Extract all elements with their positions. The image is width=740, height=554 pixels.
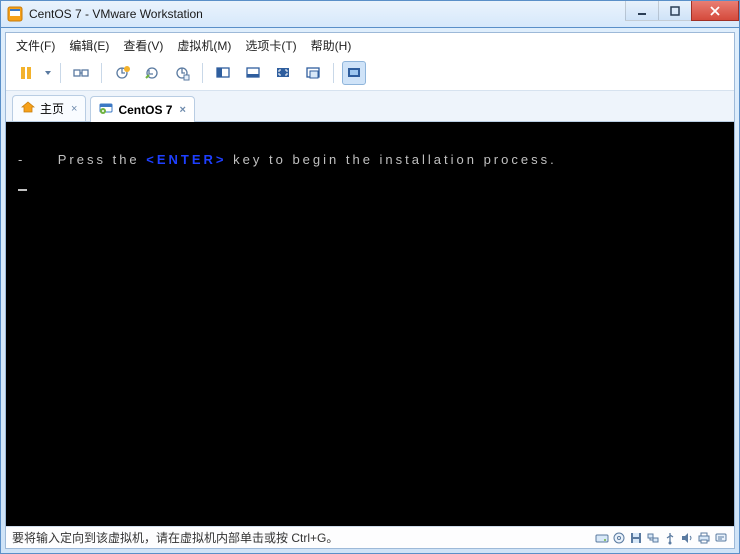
tab-vm-label: CentOS 7 (118, 103, 172, 117)
cursor-icon (18, 189, 27, 191)
printer-icon[interactable] (697, 531, 711, 545)
console-view-button[interactable] (342, 61, 366, 85)
tab-vm[interactable]: CentOS 7 × (90, 96, 194, 122)
status-message: 要将输入定向到该虚拟机，请在虚拟机内部单击或按 Ctrl+G。 (12, 529, 595, 546)
message-icon[interactable] (714, 531, 728, 545)
menu-edit[interactable]: 编辑(E) (69, 37, 109, 54)
device-tray (595, 531, 728, 545)
window-frame: 文件(F) 编辑(E) 查看(V) 虚拟机(M) 选项卡(T) 帮助(H) 主页… (0, 28, 740, 554)
menu-help[interactable]: 帮助(H) (311, 37, 352, 54)
toolbar (6, 58, 734, 91)
power-dropdown[interactable] (44, 69, 52, 77)
menubar: 文件(F) 编辑(E) 查看(V) 虚拟机(M) 选项卡(T) 帮助(H) (6, 33, 734, 58)
vm-console[interactable]: - Press the <ENTER> key to begin the ins… (6, 122, 734, 526)
minimize-button[interactable] (625, 1, 659, 21)
hdd-icon[interactable] (595, 531, 609, 545)
sound-icon[interactable] (680, 531, 694, 545)
tab-close-icon[interactable]: × (71, 103, 77, 115)
menu-file[interactable]: 文件(F) (16, 37, 55, 54)
tab-home-label: 主页 (40, 100, 64, 117)
maximize-button[interactable] (658, 1, 692, 21)
statusbar: 要将输入定向到该虚拟机，请在虚拟机内部单击或按 Ctrl+G。 (6, 526, 734, 548)
floppy-icon[interactable] (629, 531, 643, 545)
fit-window-button[interactable] (241, 61, 265, 85)
fullscreen-button[interactable] (271, 61, 295, 85)
term-dash: - (18, 152, 25, 167)
term-text-pre: Press the (58, 152, 147, 167)
term-enter-key: <ENTER> (146, 152, 226, 167)
menu-tabs[interactable]: 选项卡(T) (245, 37, 296, 54)
menu-vm[interactable]: 虚拟机(M) (177, 37, 231, 54)
snapshot-take-button[interactable] (110, 61, 134, 85)
usb-icon[interactable] (663, 531, 677, 545)
cd-icon[interactable] (612, 531, 626, 545)
app-icon (7, 6, 23, 22)
fit-guest-button[interactable] (211, 61, 235, 85)
tab-home[interactable]: 主页 × (12, 95, 86, 121)
term-text-post: key to begin the installation process. (227, 152, 557, 167)
snapshot-revert-button[interactable] (140, 61, 164, 85)
devices-button[interactable] (69, 61, 93, 85)
window-titlebar: CentOS 7 - VMware Workstation (0, 0, 740, 28)
window-title: CentOS 7 - VMware Workstation (29, 7, 626, 21)
vm-icon (99, 101, 113, 118)
window-controls (626, 1, 739, 27)
tab-close-icon[interactable]: × (179, 104, 185, 116)
network-icon[interactable] (646, 531, 660, 545)
pause-button[interactable] (14, 61, 38, 85)
unity-button[interactable] (301, 61, 325, 85)
close-button[interactable] (691, 1, 739, 21)
tabstrip: 主页 × CentOS 7 × (6, 91, 734, 122)
home-icon (21, 100, 35, 117)
menu-view[interactable]: 查看(V) (123, 37, 163, 54)
snapshot-manager-button[interactable] (170, 61, 194, 85)
